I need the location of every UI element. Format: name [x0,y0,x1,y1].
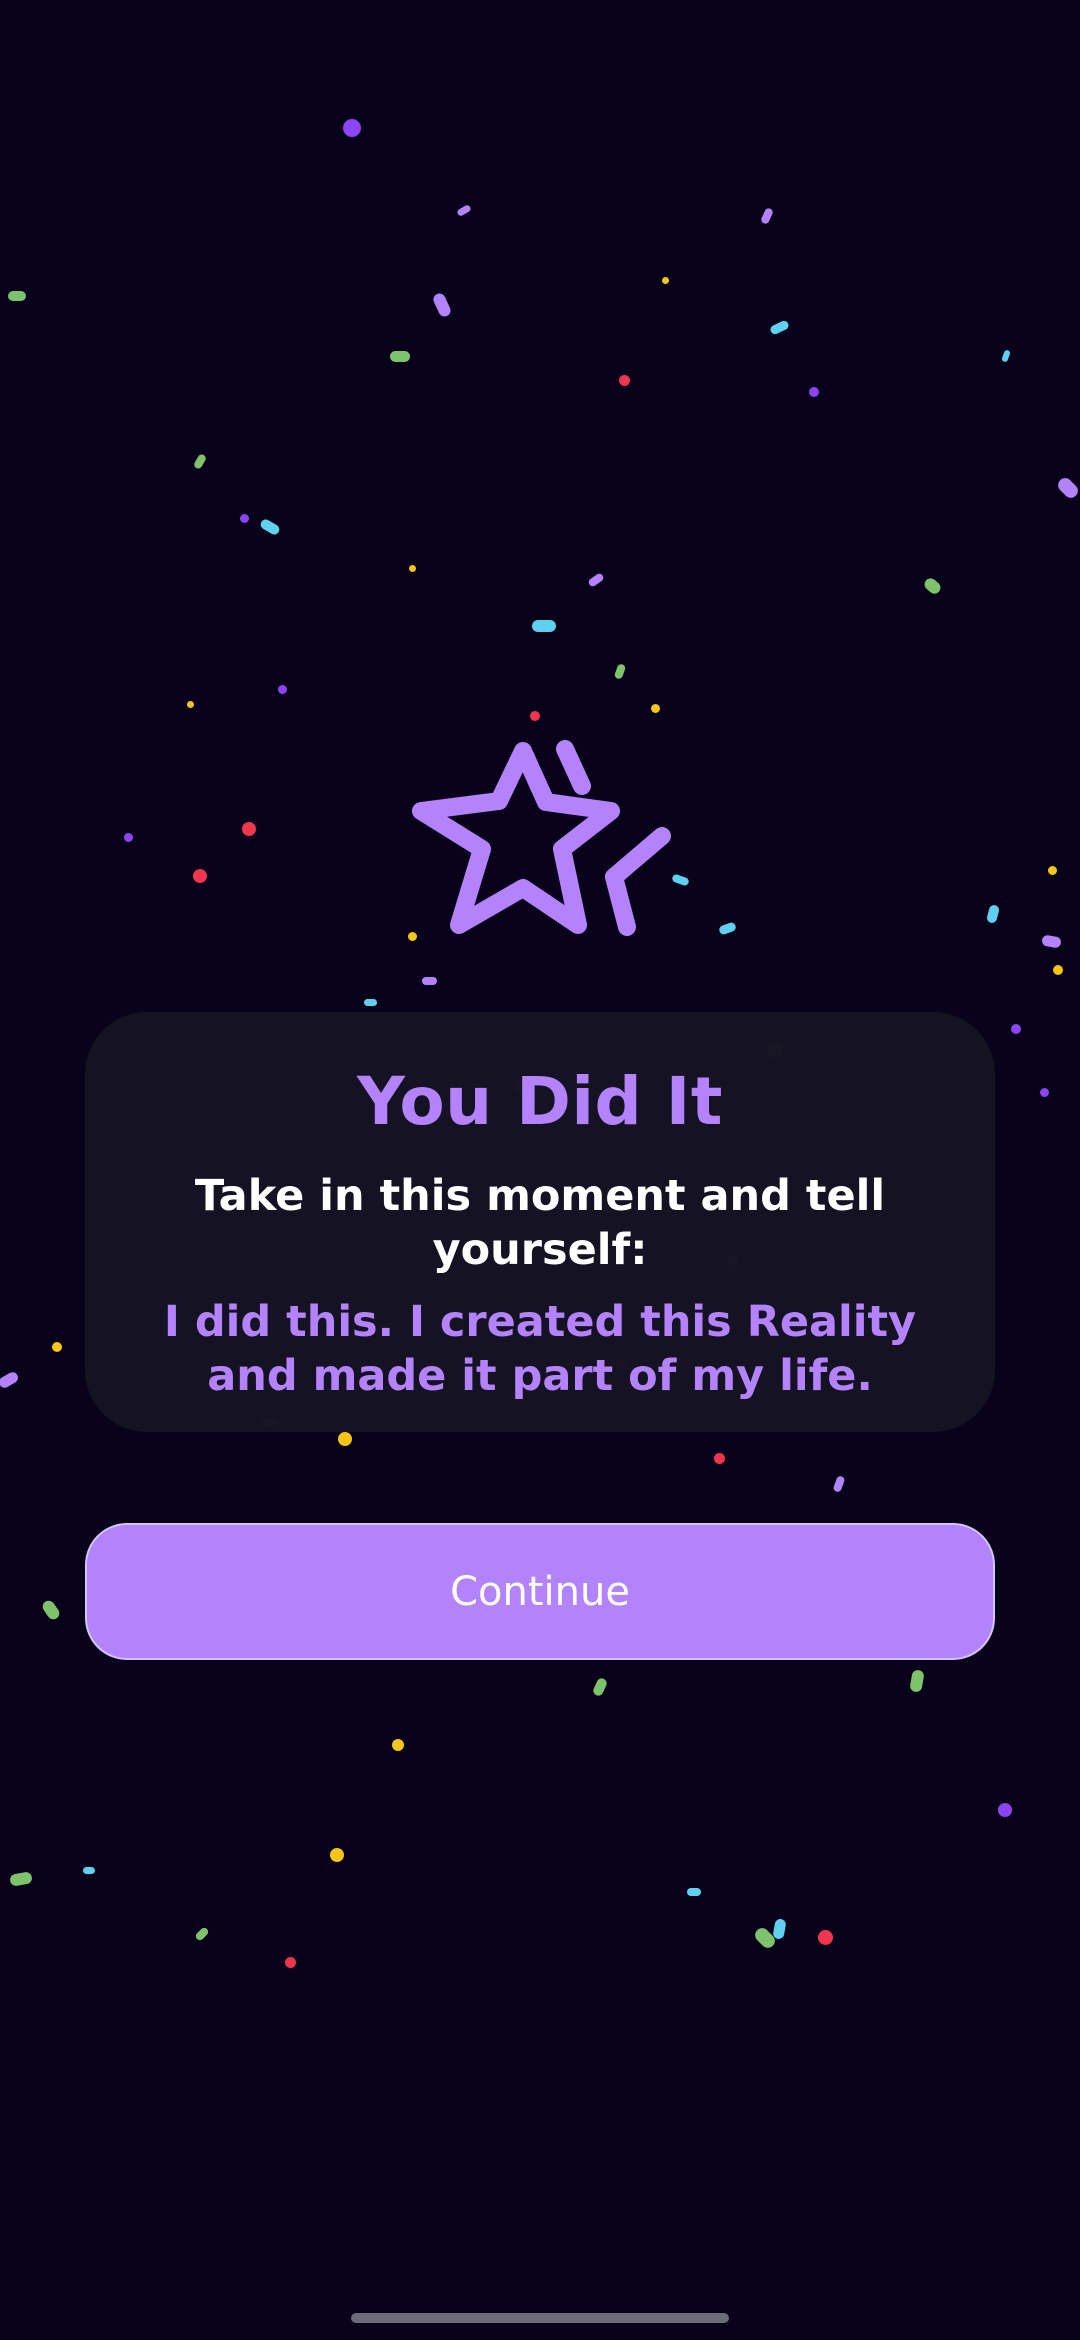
confetti-piece [985,904,1001,924]
confetti-piece [832,1475,846,1493]
card-prompt-text: Take in this moment and tell yourself: [194,1171,886,1275]
confetti-piece [1055,475,1080,501]
home-indicator [351,2313,729,2323]
confetti-piece [768,318,790,336]
confetti-piece [1053,965,1063,975]
confetti-piece [8,291,26,301]
confetti-piece [456,203,472,217]
confetti-piece [186,700,194,708]
confetti-piece [192,452,208,470]
confetti-piece [771,1918,787,1940]
confetti-piece [717,920,737,936]
confetti-piece [817,1929,833,1945]
confetti-piece [591,1676,609,1698]
confetti-piece [687,1888,701,1896]
celebration-card: You Did It Take in this moment and tell … [85,1012,995,1432]
confetti-piece [713,1452,725,1464]
card-title: You Did It [357,1063,723,1140]
confetti-piece [921,575,943,597]
confetti-piece [363,998,377,1006]
confetti-piece [193,869,207,883]
confetti-piece [40,1598,62,1622]
confetti-piece [1047,865,1057,875]
confetti-piece [408,564,416,572]
confetti-piece [258,517,282,537]
confetti-piece [1011,1024,1021,1034]
confetti-piece [421,977,437,985]
confetti-piece [277,684,287,694]
confetti-piece [1040,933,1062,949]
confetti-piece [650,703,660,713]
confetti-piece [390,350,410,362]
card-affirmation-text: I did this. I created this Reality and m… [163,1297,917,1401]
confetti-piece [123,832,133,842]
confetti-piece [1001,349,1011,363]
confetti-piece [343,119,361,137]
confetti-piece [998,1803,1012,1817]
confetti-piece [613,662,627,680]
continue-button[interactable]: Continue [85,1523,995,1660]
confetti-piece [392,1739,404,1751]
confetti-piece [532,620,556,632]
confetti-piece [809,387,819,397]
confetti-piece [83,1866,95,1874]
confetti-piece [194,1926,210,1942]
confetti-piece [431,291,453,319]
confetti-piece [909,1669,925,1693]
confetti-piece [661,276,669,284]
confetti-piece [9,1871,33,1887]
confetti-piece [239,513,249,523]
confetti-piece [338,1432,352,1446]
confetti-piece [242,822,256,836]
confetti-piece [1039,1087,1049,1097]
confetti-piece [0,1370,20,1390]
confetti-piece [284,1956,296,1968]
confetti-piece [587,572,605,588]
sparkle-star-icon [412,740,671,936]
confetti-piece [330,1848,344,1862]
confetti-piece [530,711,540,721]
confetti-piece [618,374,630,386]
confetti-piece [759,207,775,225]
confetti-piece [52,1342,62,1352]
